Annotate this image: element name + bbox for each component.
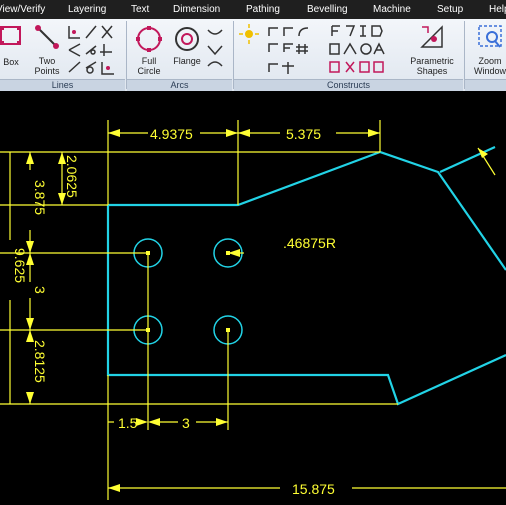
group-label-constructs: Constructs [234,79,463,91]
dim-left-top[interactable]: 2.0625 [64,155,80,198]
dim-top-left[interactable]: 4.9375 [150,126,193,142]
line-tools-icon-grid[interactable] [66,22,124,78]
parametric-shapes-label-line1: Parametric [410,56,454,66]
dim-bottom-1[interactable]: 1.5 [118,415,138,431]
point-icon[interactable] [238,23,260,45]
ribbon-toolbar: Box Two Points Full Circle Flange Parame… [0,19,506,92]
menu-bevelling[interactable]: Bevelling [307,4,348,15]
full-circle-label-line1: Full [141,56,157,66]
menu-dimension[interactable]: Dimension [173,4,220,15]
zoom-window-label-line2: Window [473,66,506,76]
menu-view-verify[interactable]: View/Verify [0,4,45,15]
zoom-window-label-line1: Zoom [478,56,502,66]
group-label-lines: Lines [0,79,125,91]
dim-left-bottom[interactable]: 2.8125 [32,340,48,383]
box-label: Box [3,57,19,67]
parametric-shapes-label-line2: Shapes [416,66,448,76]
two-points-line-icon[interactable] [34,24,60,50]
menu-layering[interactable]: Layering [68,4,106,15]
menu-machine[interactable]: Machine [373,4,411,15]
drawing-canvas[interactable]: 4.9375 5.375 .46875R 2.0625 3.875 3 2.81… [0,95,506,505]
dim-left-mid[interactable]: 3 [32,286,48,294]
arc-tools-icon[interactable] [204,24,226,74]
dim-left-overall[interactable]: 9.625 [12,248,28,283]
flange-label: Flange [173,56,201,66]
dim-overall-width[interactable]: 15.875 [292,481,335,497]
dim-bottom-2[interactable]: 3 [182,415,190,431]
menu-setup[interactable]: Setup [437,4,463,15]
parametric-shapes-icon[interactable] [418,23,446,51]
two-points-label-line2: Points [34,66,60,76]
dim-top-right[interactable]: 5.375 [286,126,321,142]
menu-text[interactable]: Text [131,4,149,15]
construct-tools-icon-grid[interactable] [266,22,406,78]
group-label-view [465,79,506,91]
zoom-window-icon[interactable] [476,23,504,51]
dim-hole-radius[interactable]: .46875R [283,235,336,251]
full-circle-icon[interactable] [134,24,164,54]
dim-left-mid-upper[interactable]: 3.875 [32,180,48,215]
menu-bar: View/Verify Layering Text Dimension Path… [0,0,506,19]
box-icon[interactable] [0,23,22,49]
menu-pathing[interactable]: Pathing [246,4,280,15]
group-label-arcs: Arcs [127,79,232,91]
two-points-label-line1: Two [38,56,56,66]
menu-help[interactable]: Help [489,4,506,15]
flange-icon[interactable] [172,24,202,54]
full-circle-label-line2: Circle [137,66,161,76]
